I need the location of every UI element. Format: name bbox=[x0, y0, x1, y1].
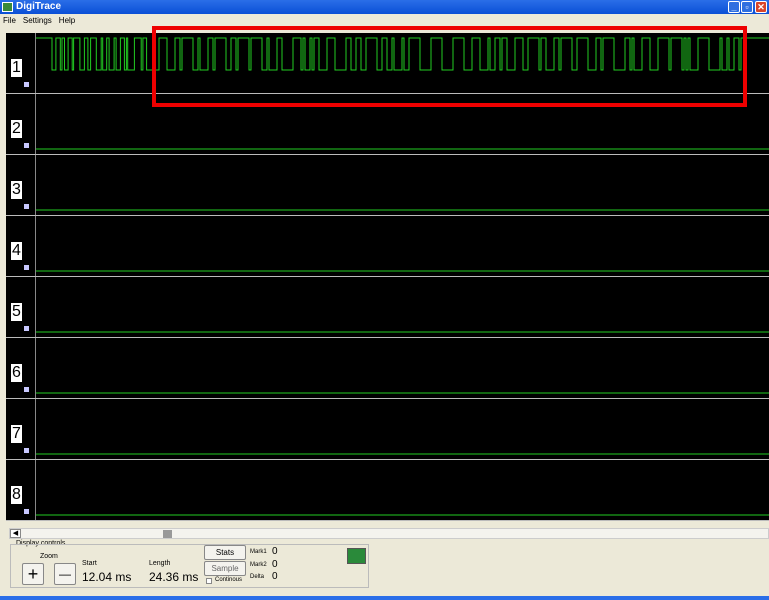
app-icon bbox=[2, 2, 13, 12]
title-bar: DigiTrace _ ▫ ✕ bbox=[0, 0, 769, 14]
mark1-value: 0 bbox=[272, 546, 278, 557]
channel-select-box[interactable] bbox=[24, 448, 29, 453]
channel-select-box[interactable] bbox=[24, 265, 29, 270]
highlight-box bbox=[152, 26, 747, 107]
channel-row-3: 3 bbox=[6, 155, 769, 216]
channel-trace bbox=[36, 392, 769, 394]
channel-label: 1 bbox=[11, 59, 22, 77]
sample-button[interactable]: Sample bbox=[204, 561, 246, 576]
scroll-left-arrow-icon[interactable]: ◀ bbox=[10, 529, 21, 538]
channel-select-box[interactable] bbox=[24, 326, 29, 331]
maximize-button[interactable]: ▫ bbox=[741, 1, 753, 13]
menu-help[interactable]: Help bbox=[59, 16, 75, 25]
channel-trace bbox=[36, 453, 769, 455]
channel-label: 2 bbox=[11, 120, 22, 138]
channel-label: 3 bbox=[11, 181, 22, 199]
close-button[interactable]: ✕ bbox=[755, 1, 767, 13]
channel-label: 5 bbox=[11, 303, 22, 321]
mark2-label: Mark2 bbox=[250, 562, 267, 568]
delta-value: 0 bbox=[272, 571, 278, 582]
channel-trace bbox=[36, 209, 769, 211]
channel-row-8: 8 bbox=[6, 460, 769, 521]
channel-row-6: 6 bbox=[6, 338, 769, 399]
channel-select-box[interactable] bbox=[24, 387, 29, 392]
window-title: DigiTrace bbox=[16, 1, 62, 12]
channel-label: 4 bbox=[11, 242, 22, 260]
scroll-thumb[interactable] bbox=[163, 530, 172, 538]
zoom-out-button[interactable]: — bbox=[54, 563, 76, 585]
channel-label: 8 bbox=[11, 486, 22, 504]
length-value: 24.36 ms bbox=[149, 570, 199, 584]
taskbar bbox=[0, 596, 769, 600]
start-value: 12.04 ms bbox=[82, 570, 132, 584]
channel-trace bbox=[36, 514, 769, 516]
channel-label: 7 bbox=[11, 425, 22, 443]
zoom-in-button[interactable]: + bbox=[22, 563, 44, 585]
channel-select-box[interactable] bbox=[24, 204, 29, 209]
length-label: Length bbox=[149, 560, 171, 567]
menu-settings[interactable]: Settings bbox=[23, 16, 52, 25]
channel-label: 6 bbox=[11, 364, 22, 382]
display-controls-panel: Zoom + — Start 12.04 ms Length 24.36 ms … bbox=[10, 544, 369, 588]
channel-select-box[interactable] bbox=[24, 82, 29, 87]
channel-select-box[interactable] bbox=[24, 143, 29, 148]
channel-row-5: 5 bbox=[6, 277, 769, 338]
start-label: Start bbox=[82, 560, 97, 567]
probe-logo-icon[interactable] bbox=[347, 548, 366, 564]
continuous-checkbox[interactable] bbox=[206, 578, 212, 584]
delta-label: Delta bbox=[250, 574, 265, 580]
mark1-label: Mark1 bbox=[250, 549, 267, 555]
channel-trace bbox=[36, 270, 769, 272]
channel-row-7: 7 bbox=[6, 399, 769, 460]
minimize-button[interactable]: _ bbox=[728, 1, 740, 13]
mark2-value: 0 bbox=[272, 559, 278, 570]
menu-file[interactable]: File bbox=[3, 16, 16, 25]
horizontal-scrollbar[interactable]: ◀ bbox=[9, 528, 769, 539]
continuous-label: Continous bbox=[215, 577, 243, 583]
stats-button[interactable]: Stats bbox=[204, 545, 246, 560]
channel-row-4: 4 bbox=[6, 216, 769, 277]
channel-trace bbox=[36, 331, 769, 333]
zoom-label: Zoom bbox=[40, 553, 58, 560]
channel-select-box[interactable] bbox=[24, 509, 29, 514]
